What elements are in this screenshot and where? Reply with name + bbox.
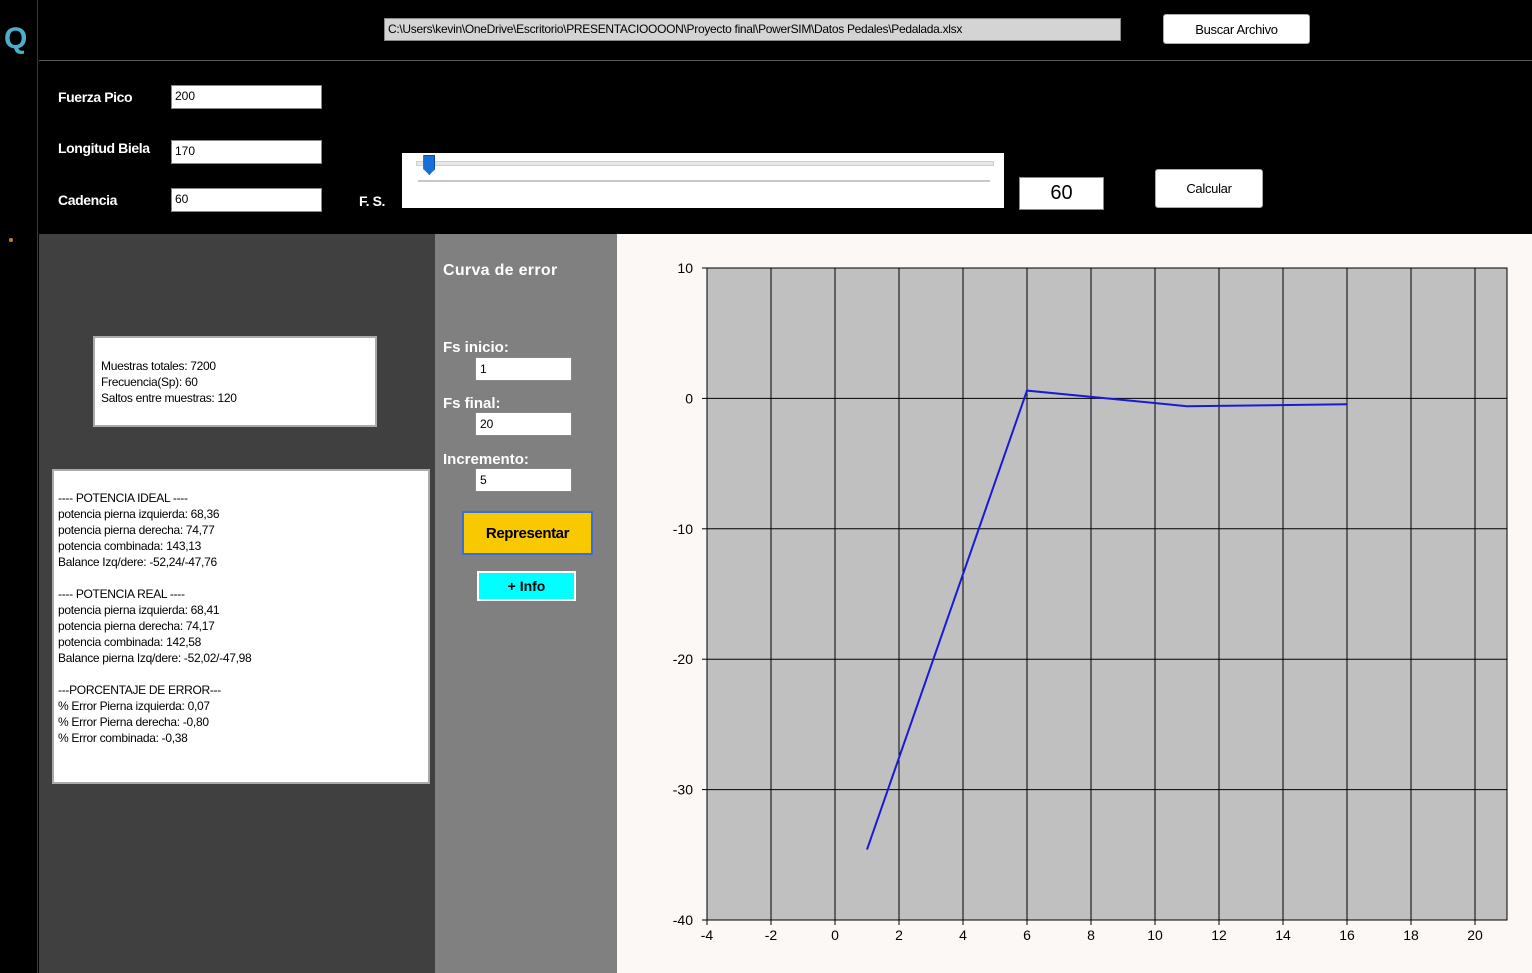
longitud-biela-label: Longitud Biela — [58, 140, 150, 156]
error-curve-title: Curva de error — [443, 262, 558, 279]
y-tick-label: 0 — [685, 390, 693, 406]
x-tick-label: 12 — [1211, 927, 1227, 943]
result-line: ---- POTENCIA IDEAL ---- — [58, 491, 188, 505]
plot-area — [707, 268, 1507, 920]
x-tick-label: 20 — [1467, 927, 1483, 943]
samples-line: Frecuencia(Sp): 60 — [101, 375, 198, 389]
result-line: Balance pierna Izq/dere: -52,02/-47,98 — [58, 651, 252, 665]
slider-tick-line — [418, 180, 990, 182]
incremento-label: Incremento: — [443, 451, 529, 468]
file-path-field[interactable]: C:\Users\kevin\OneDrive\Escritorio\PRESE… — [384, 18, 1121, 41]
result-line: potencia pierna derecha: 74,17 — [58, 619, 215, 633]
x-tick-label: 4 — [959, 927, 967, 943]
browse-file-button[interactable]: Buscar Archivo — [1163, 14, 1310, 44]
x-tick-label: 6 — [1023, 927, 1031, 943]
result-line: potencia pierna derecha: 74,77 — [58, 523, 215, 537]
fs-final-label: Fs final: — [443, 395, 501, 412]
cadencia-input[interactable]: 60 — [171, 188, 322, 212]
error-curve-chart: -4 -2 0 2 4 6 8 10 12 14 16 18 20100-10-20-30-40 — [673, 260, 1508, 943]
left-strip: Q — [0, 0, 38, 973]
cadencia-label: Cadencia — [58, 192, 118, 208]
y-tick-label: -30 — [673, 782, 693, 798]
samples-summary-box: Muestras totales: 7200 Frecuencia(Sp): 6… — [93, 336, 377, 427]
logo-icon: Q — [4, 22, 28, 55]
y-tick-label: 10 — [677, 260, 693, 276]
fs-slider[interactable] — [402, 153, 1004, 208]
status-dot-icon — [9, 238, 13, 242]
y-tick-label: -10 — [673, 521, 693, 537]
x-tick-label: 14 — [1275, 927, 1291, 943]
results-box: ---- POTENCIA IDEAL ---- potencia pierna… — [52, 469, 430, 784]
longitud-biela-input[interactable]: 170 — [171, 140, 322, 164]
incremento-input[interactable]: 5 — [475, 468, 572, 492]
result-line: % Error Pierna derecha: -0,80 — [58, 715, 209, 729]
result-line: potencia pierna izquierda: 68,41 — [58, 603, 220, 617]
x-tick-label: 8 — [1087, 927, 1095, 943]
result-line: potencia combinada: 142,58 — [58, 635, 201, 649]
samples-line: Muestras totales: 7200 — [101, 359, 216, 373]
y-tick-label: -20 — [673, 651, 693, 667]
result-line: Balance Izq/dere: -52,24/-47,76 — [58, 555, 217, 569]
fs-value-display[interactable]: 60 — [1019, 177, 1104, 210]
x-tick-label: 0 — [831, 927, 839, 943]
samples-line: Saltos entre muestras: 120 — [101, 391, 237, 405]
result-line: potencia combinada: 143,13 — [58, 539, 201, 553]
fs-inicio-label: Fs inicio: — [443, 339, 509, 356]
x-tick-label: 2 — [895, 927, 903, 943]
x-tick-label: 10 — [1147, 927, 1163, 943]
result-line: % Error Pierna izquierda: 0,07 — [58, 699, 210, 713]
slider-track[interactable] — [416, 161, 994, 166]
y-tick-label: -40 — [673, 912, 693, 928]
fs-label: F. S. — [359, 193, 386, 209]
fuerza-pico-input[interactable]: 200 — [171, 85, 322, 109]
x-tick-label: -2 — [765, 927, 778, 943]
result-line: ---PORCENTAJE DE ERROR--- — [58, 683, 221, 697]
fs-final-input[interactable]: 20 — [475, 412, 572, 436]
more-info-button[interactable]: + Info — [477, 571, 576, 601]
result-line: % Error combinada: -0,38 — [58, 731, 188, 745]
slider-thumb[interactable] — [423, 155, 436, 175]
representar-button[interactable]: Representar — [462, 511, 593, 555]
x-tick-label: 16 — [1339, 927, 1355, 943]
x-tick-label: 18 — [1403, 927, 1419, 943]
fuerza-pico-label: Fuerza Pico — [58, 89, 133, 105]
result-line: ---- POTENCIA REAL ---- — [58, 587, 185, 601]
fs-inicio-input[interactable]: 1 — [475, 357, 572, 381]
result-line: potencia pierna izquierda: 68,36 — [58, 507, 220, 521]
calcular-button[interactable]: Calcular — [1155, 169, 1263, 208]
x-tick-label: -4 — [701, 927, 714, 943]
